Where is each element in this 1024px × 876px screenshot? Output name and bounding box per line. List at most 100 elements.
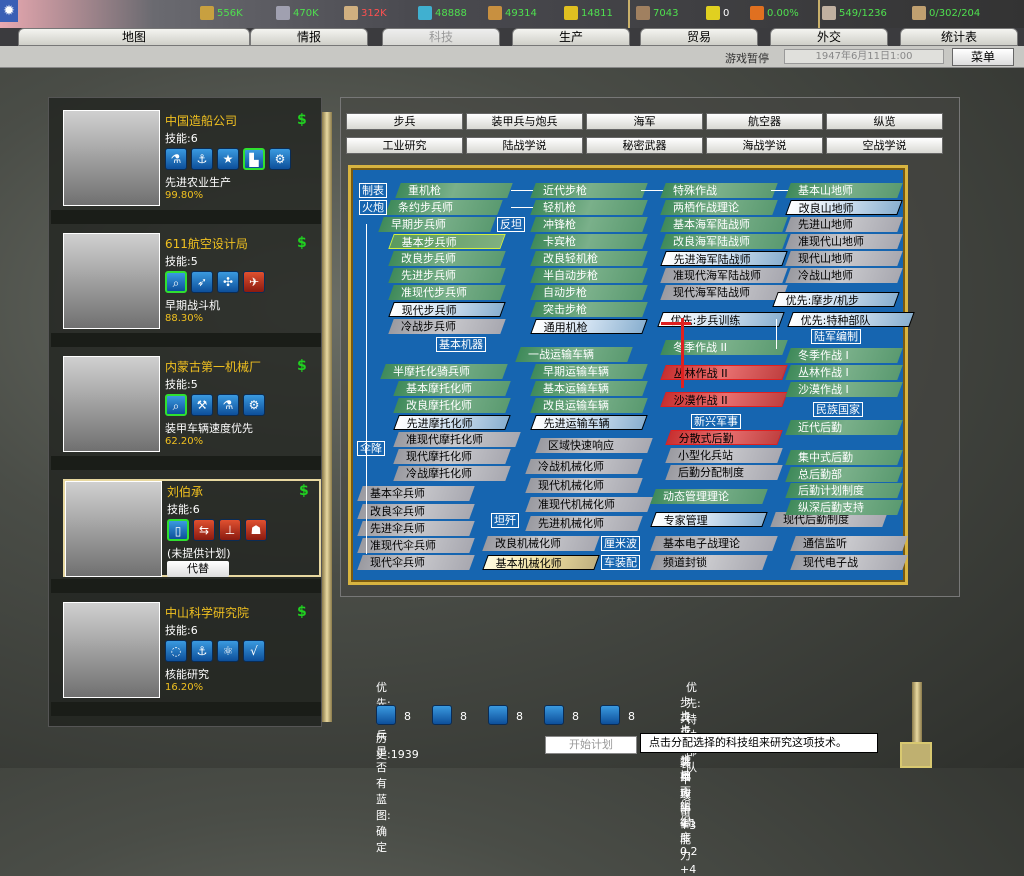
- tab-2[interactable]: 科技: [382, 28, 500, 46]
- tech-node[interactable]: 半自动步枪: [530, 268, 648, 283]
- tech-node[interactable]: 改良步兵师: [388, 251, 506, 266]
- tech-node[interactable]: 重机枪: [395, 183, 513, 198]
- tech-node[interactable]: 沙漠作战 I: [785, 382, 903, 397]
- tech-node[interactable]: 冬季作战 I: [785, 348, 903, 363]
- category-tab-4[interactable]: 纵览: [826, 113, 943, 130]
- tab-3[interactable]: 生产: [512, 28, 630, 46]
- tech-node[interactable]: 先进山地师: [785, 217, 903, 232]
- tech-node[interactable]: 准现代摩托化师: [393, 432, 521, 447]
- tech-node[interactable]: 基本海军陆战师: [660, 217, 788, 232]
- tech-node[interactable]: 后勤分配制度: [665, 465, 783, 480]
- tech-node[interactable]: 动态管理理论: [650, 489, 768, 504]
- tech-node[interactable]: 基本步兵师: [388, 234, 506, 249]
- tech-node[interactable]: 先进伞兵师: [357, 521, 475, 536]
- tech-node[interactable]: 自动步枪: [530, 285, 648, 300]
- tech-node[interactable]: 现代山地师: [785, 251, 903, 266]
- tech-node[interactable]: 冷战步兵师: [388, 319, 506, 334]
- tech-node[interactable]: 条约步兵师: [385, 200, 503, 215]
- tech-node[interactable]: 特殊作战: [660, 183, 778, 198]
- tech-node[interactable]: 频道封锁: [650, 555, 768, 570]
- research-team-card[interactable]: 内蒙古第一机械厂 $ 技能:5 ⌕ ⚒ ⚗ ⚙ 装甲车辆速度优先 62.20%: [63, 356, 321, 454]
- tech-node[interactable]: 纵深后勤支持: [785, 500, 903, 515]
- tab-0[interactable]: 地图: [18, 28, 250, 46]
- tech-node[interactable]: 冬季作战 II: [660, 340, 788, 355]
- category-tab-0[interactable]: 步兵: [346, 113, 463, 130]
- minimap-toggle-icon[interactable]: [900, 742, 932, 768]
- tech-node[interactable]: 准现代海军陆战师: [660, 268, 788, 283]
- category-tab-5[interactable]: 工业研究: [346, 137, 463, 154]
- tech-node[interactable]: 通信监听: [790, 536, 908, 551]
- tech-node[interactable]: 冷战山地师: [785, 268, 903, 283]
- tech-node[interactable]: 近代步枪: [530, 183, 648, 198]
- tech-node[interactable]: 现代伞兵师: [357, 555, 475, 570]
- tech-node[interactable]: 轻机枪: [530, 200, 648, 215]
- category-tab-9[interactable]: 空战学说: [826, 137, 943, 154]
- tech-node[interactable]: 优先:特种部队: [787, 312, 915, 327]
- tech-node[interactable]: 改良海军陆战师: [660, 234, 788, 249]
- tech-node[interactable]: 准现代机械化师: [525, 497, 653, 512]
- tech-node[interactable]: 早期步兵师: [378, 217, 496, 232]
- research-team-card[interactable]: 611航空设计局 $ 技能:5 ⌕ ➶ ✣ ✈ 早期战斗机 88.30%: [63, 233, 321, 331]
- tech-node[interactable]: 基本电子战理论: [650, 536, 778, 551]
- research-team-card[interactable]: 中山科学研究院 $ 技能:6 ◌ ⚓ ⚛ √ 核能研究 16.20%: [63, 602, 321, 700]
- category-tab-6[interactable]: 陆战学说: [466, 137, 583, 154]
- tech-node[interactable]: 改良轻机枪: [530, 251, 648, 266]
- tech-node[interactable]: 基本伞兵师: [357, 486, 475, 501]
- tech-node[interactable]: 集中式后勤: [785, 450, 903, 465]
- tech-node[interactable]: 现代摩托化师: [393, 449, 511, 464]
- tech-node[interactable]: 近代后勤: [785, 420, 903, 435]
- tech-node[interactable]: 先进步兵师: [388, 268, 506, 283]
- tech-node[interactable]: 冲锋枪: [530, 217, 648, 232]
- tech-node[interactable]: 准现代山地师: [785, 234, 903, 249]
- tech-node[interactable]: 现代电子战: [790, 555, 908, 570]
- tech-node[interactable]: 优先:摩步/机步: [772, 292, 900, 307]
- replace-button[interactable]: 代替: [167, 561, 229, 577]
- tech-node[interactable]: 改良山地师: [785, 200, 903, 215]
- tech-node[interactable]: 后勤计划制度: [785, 483, 903, 498]
- tech-node[interactable]: 丛林作战 II: [660, 365, 788, 380]
- tech-node[interactable]: 总后勤部: [785, 467, 903, 482]
- tab-5[interactable]: 外交: [770, 28, 888, 46]
- menu-button[interactable]: 菜单: [952, 48, 1014, 66]
- tech-node[interactable]: 现代机械化师: [525, 478, 643, 493]
- tech-node[interactable]: 改良运输车辆: [530, 398, 648, 413]
- detail-scrollbar[interactable]: [912, 682, 922, 742]
- category-tab-7[interactable]: 秘密武器: [586, 137, 703, 154]
- tech-node[interactable]: 准现代伞兵师: [357, 538, 475, 553]
- tech-node[interactable]: 基本山地师: [785, 183, 903, 198]
- tech-node[interactable]: 基本摩托化师: [393, 381, 511, 396]
- tech-node[interactable]: 先进运输车辆: [530, 415, 648, 430]
- tech-node[interactable]: 改良机械化师: [482, 536, 600, 551]
- tech-node[interactable]: 分散式后勤: [665, 430, 783, 445]
- tech-node[interactable]: 冷战机械化师: [525, 459, 643, 474]
- tech-node[interactable]: 基本机械化师: [482, 555, 600, 570]
- tech-node[interactable]: 两栖作战理论: [660, 200, 778, 215]
- tab-4[interactable]: 贸易: [640, 28, 758, 46]
- tech-node[interactable]: 专家管理: [650, 512, 768, 527]
- tech-node[interactable]: 现代海军陆战师: [660, 285, 788, 300]
- research-team-card[interactable]: 刘伯承 $ 技能:6 ▯ ⇆ ⊥ ☗ (未提供计划) 代替: [63, 479, 321, 577]
- tab-6[interactable]: 统计表: [900, 28, 1018, 46]
- national-flag-icon[interactable]: ✹: [0, 0, 18, 22]
- category-tab-2[interactable]: 海军: [586, 113, 703, 130]
- tab-1[interactable]: 情报: [250, 28, 368, 46]
- tech-node[interactable]: 冷战摩托化师: [393, 466, 511, 481]
- tech-node[interactable]: 沙漠作战 II: [660, 392, 788, 407]
- category-tab-3[interactable]: 航空器: [706, 113, 823, 130]
- teams-scrollbar[interactable]: [322, 112, 332, 722]
- tech-node[interactable]: 现代步兵师: [388, 302, 506, 317]
- tech-node[interactable]: 改良伞兵师: [357, 504, 475, 519]
- tech-node[interactable]: 改良摩托化师: [393, 398, 511, 413]
- tech-node[interactable]: 小型化兵站: [665, 448, 783, 463]
- tech-node[interactable]: 先进机械化师: [525, 516, 643, 531]
- tech-node[interactable]: 突击步枪: [530, 302, 648, 317]
- tech-node[interactable]: 先进海军陆战师: [660, 251, 788, 266]
- tech-node[interactable]: 区域快速响应: [535, 438, 653, 453]
- category-tab-1[interactable]: 装甲兵与炮兵: [466, 113, 583, 130]
- tech-node[interactable]: 卡宾枪: [530, 234, 648, 249]
- research-team-card[interactable]: 中国造船公司 $ 技能:6 ⚗ ⚓ ★ ▙ ⚙ 先进农业生产 99.80%: [63, 110, 321, 208]
- tech-node[interactable]: 早期运输车辆: [530, 364, 648, 379]
- start-research-button[interactable]: 开始计划: [545, 736, 637, 754]
- tech-node[interactable]: 基本运输车辆: [530, 381, 648, 396]
- tech-node[interactable]: 准现代步兵师: [388, 285, 506, 300]
